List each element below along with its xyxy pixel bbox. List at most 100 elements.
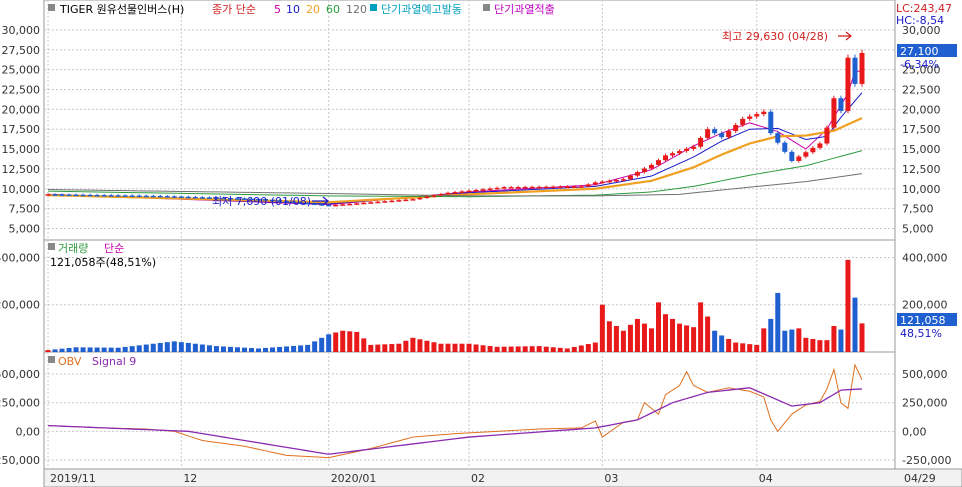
volume-bar <box>59 348 65 352</box>
candle <box>522 186 528 189</box>
volume-bar <box>150 343 156 352</box>
candle <box>115 195 121 197</box>
volume-bar <box>684 325 690 352</box>
volume-bar <box>733 342 739 352</box>
ma120-label: 120 <box>346 3 367 16</box>
price-tick-left: 15,000 <box>2 143 41 156</box>
candle <box>192 196 198 199</box>
volume-bar <box>803 337 809 352</box>
volume-bar <box>543 346 549 352</box>
price-tick-right: 5,000 <box>902 222 934 235</box>
volume-mode: 단순 <box>104 242 124 255</box>
volume-tick-right: 200,000 <box>902 299 948 312</box>
date-label: 03 <box>604 472 618 485</box>
candle <box>803 152 809 157</box>
volume-bar <box>571 346 577 352</box>
volume-tick-left: 400,000 <box>0 251 40 264</box>
candle <box>473 189 479 192</box>
volume-bar <box>515 346 521 352</box>
volume-bar <box>122 346 128 352</box>
volume-bar <box>389 344 395 352</box>
volume-bar <box>234 347 240 352</box>
volume-bar <box>361 338 367 352</box>
candle <box>452 192 458 194</box>
price-tick-left: 7,500 <box>9 203 41 216</box>
volume-bar <box>452 343 458 352</box>
price-tick-right: 7,500 <box>902 203 934 216</box>
volume-bar <box>396 343 402 352</box>
volume-bar <box>648 328 654 352</box>
volume-bar <box>164 342 170 352</box>
volume-bar <box>691 327 697 352</box>
date-label: 04/29 <box>904 472 936 485</box>
volume-bar <box>536 346 542 352</box>
obv-tick-left: 250,000 <box>0 397 40 410</box>
candle <box>656 160 661 165</box>
price-tick-left: 5,000 <box>9 222 41 235</box>
candle <box>796 156 802 161</box>
volume-bar <box>775 292 781 352</box>
volume-bar <box>824 340 830 352</box>
candle <box>136 195 142 198</box>
candle <box>733 124 739 132</box>
max-price-label: 최고 29,630 (04/28) <box>722 30 828 43</box>
candle <box>852 57 858 84</box>
candle <box>129 195 135 197</box>
volume-bar <box>227 346 233 352</box>
candle <box>705 129 711 138</box>
candle <box>59 194 65 196</box>
hc-label: HC:-8,54 <box>896 14 944 27</box>
candle <box>641 168 647 173</box>
volume-bar <box>480 345 486 352</box>
candle <box>326 204 332 207</box>
volume-bar <box>613 326 619 352</box>
volume-bar <box>66 347 72 352</box>
obv-marker-icon <box>48 356 55 363</box>
candle <box>845 57 851 111</box>
obv-tick-right: 0,00 <box>902 425 927 438</box>
volume-bar <box>494 346 500 352</box>
volume-bar <box>340 330 346 352</box>
signal2-label: 단기과열적출 <box>494 3 555 16</box>
candle <box>368 202 374 204</box>
volume-bar <box>620 330 626 352</box>
candle <box>543 186 549 189</box>
candle <box>185 196 191 199</box>
volume-bar <box>473 344 479 352</box>
candle <box>677 151 683 154</box>
volume-bar <box>508 346 514 352</box>
volume-bar <box>417 339 423 352</box>
volume-bar <box>761 328 767 352</box>
volume-bar <box>270 347 276 352</box>
candle <box>684 148 690 152</box>
candle <box>487 188 493 191</box>
price-tick-right: 12,500 <box>902 163 941 176</box>
date-label: 2020/01 <box>331 472 377 485</box>
volume-bar <box>522 346 528 352</box>
volume-bar <box>382 344 388 352</box>
volume-bar <box>199 344 205 352</box>
volume-bar <box>354 331 360 352</box>
volume-bar <box>782 330 788 352</box>
volume-bar <box>80 347 86 352</box>
volume-bar <box>312 341 318 352</box>
obv-tick-left: 500,000 <box>0 368 40 381</box>
candle <box>747 116 753 119</box>
candle <box>333 204 339 207</box>
volume-bar <box>726 339 732 352</box>
candle <box>431 195 437 197</box>
candle <box>396 200 402 202</box>
ma10-label: 10 <box>286 3 300 16</box>
volume-bar <box>641 323 647 352</box>
ma60-label: 60 <box>326 3 340 16</box>
volume-bar <box>592 342 598 352</box>
candle <box>782 142 788 152</box>
volume-tick-left: 200,000 <box>0 299 40 312</box>
stock-chart[interactable]: 30,00030,00027,50027,50025,00025,00022,5… <box>0 0 962 487</box>
volume-bar <box>466 343 472 352</box>
candle <box>712 129 718 134</box>
candle <box>122 195 128 197</box>
candle <box>45 194 51 196</box>
ma5-label: 5 <box>274 3 281 16</box>
last-price: 27,100 <box>900 45 939 58</box>
